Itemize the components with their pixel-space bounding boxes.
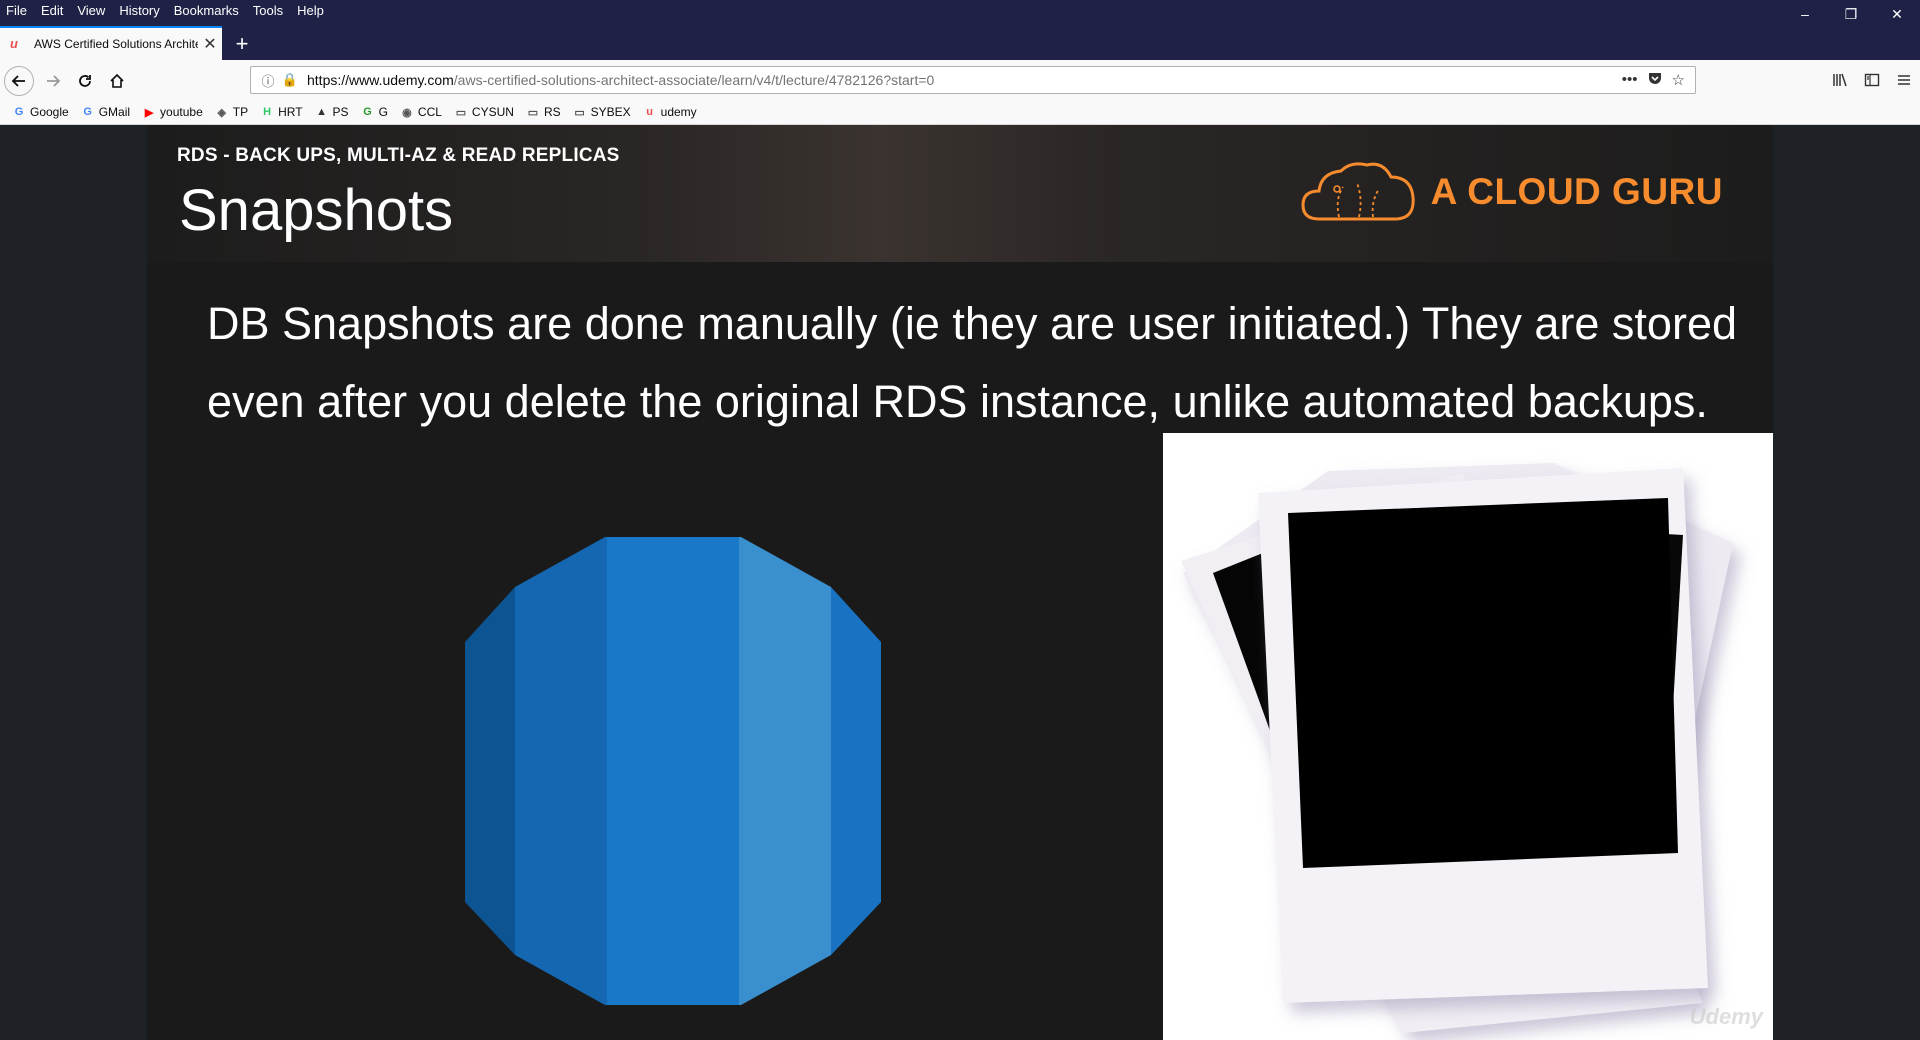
tp-icon: ◈ [217,106,226,119]
udemy-icon: u [646,106,653,118]
bookmark-gmail[interactable]: G GMail [81,105,130,119]
bookmark-label: Google [30,105,69,119]
bookmark-label: CCL [417,105,442,119]
youtube-icon: ▶ [144,106,154,119]
udemy-watermark: Udemy [1689,1004,1763,1029]
rds-database-icon [465,537,881,1005]
brand-name: A CLOUD GURU [1430,171,1723,212]
pocket-icon[interactable] [1648,71,1662,89]
bookmark-label: CYSUN [471,105,514,119]
menu-bar: File Edit View History Bookmarks Tools H… [0,0,1920,22]
ccl-icon: ◉ [402,106,412,119]
forward-button[interactable] [38,66,68,96]
tab-strip: u AWS Certified Solutions Archite ✕ + [0,22,1920,60]
menu-edit[interactable]: Edit [34,0,70,22]
tab-title: AWS Certified Solutions Archite [34,37,198,51]
bookmark-ps[interactable]: ▲ PS [315,105,349,119]
udemy-icon: u [10,36,18,51]
url-text[interactable]: https://www.udemy.com/aws-certified-solu… [307,72,1622,88]
bookmark-udemy[interactable]: u udemy [643,105,697,119]
folder-icon: ▭ [574,106,585,119]
bookmarks-toolbar: G Google G GMail ▶ youtube ◈ TP H HRT ▲ PS G G ◉ CCL ▭ CY… [0,100,1920,125]
menu-help[interactable]: Help [290,0,331,22]
polaroid-photos-image: Udemy [1163,433,1773,1040]
brand-logo: A CLOUD GURU [1299,159,1723,225]
ps-icon: ▲ [316,106,327,118]
page-actions-icon[interactable]: ••• [1622,71,1638,89]
reload-icon [79,75,91,87]
address-bar[interactable]: ⓘ 🔒 https://www.udemy.com/aws-certified-… [250,66,1696,94]
lock-icon[interactable]: 🔒 [281,72,299,88]
bookmark-label: G [378,105,388,119]
folder-icon: ▭ [455,106,467,119]
slide-header: RDS - BACK UPS, MULTI-AZ & READ REPLICAS… [147,125,1773,262]
bookmark-cysun[interactable]: ▭ CYSUN [454,105,514,119]
bookmark-label: udemy [660,105,697,119]
slide-title: Snapshots [179,178,454,243]
bookmark-label: SYBEX [590,105,631,119]
tab-active[interactable]: u AWS Certified Solutions Archite ✕ [0,26,222,60]
bookmark-tp[interactable]: ◈ TP [215,105,249,119]
google-icon: G [83,106,92,118]
menu-history[interactable]: History [112,0,166,22]
navigation-toolbar: ⓘ 🔒 https://www.udemy.com/aws-certified-… [0,60,1920,100]
bookmark-rs[interactable]: ▭ RS [526,105,561,119]
slide-subtitle: RDS - BACK UPS, MULTI-AZ & READ REPLICAS [177,145,620,166]
bookmark-youtube[interactable]: ▶ youtube [142,105,203,119]
menu-view[interactable]: View [70,0,112,22]
bookmark-label: PS [332,105,349,119]
video-player[interactable]: RDS - BACK UPS, MULTI-AZ & READ REPLICAS… [147,125,1773,1040]
page-content: RDS - BACK UPS, MULTI-AZ & READ REPLICAS… [0,125,1920,1040]
polaroid-stack-icon [1181,463,1733,1033]
bookmark-g[interactable]: GG [361,105,388,119]
menu-bookmarks[interactable]: Bookmarks [167,0,246,22]
info-icon[interactable]: ⓘ [259,71,277,90]
reload-button[interactable] [70,66,100,96]
new-tab-button[interactable]: + [228,30,256,58]
home-button[interactable] [102,66,132,96]
google-icon: G [14,106,24,118]
bookmark-label: youtube [160,105,203,119]
library-icon[interactable] [1824,66,1856,94]
back-button[interactable] [4,66,34,96]
close-tab-icon[interactable]: ✕ [198,34,222,54]
slide-body-text: DB Snapshots are done manually (ie they … [207,298,1737,427]
arrow-left-icon [11,75,25,87]
cloud-logo-icon [1301,162,1415,221]
home-icon [110,73,124,88]
menu-file[interactable]: File [0,0,34,22]
toolbar-right [1824,66,1920,94]
hackerrank-icon: H [263,106,272,118]
star-icon[interactable]: ☆ [1672,71,1685,89]
bookmark-label: TP [232,105,249,119]
bookmark-label: RS [543,105,561,119]
bookmark-label: GMail [98,105,131,119]
folder-icon: ▭ [527,106,539,119]
bookmark-hrt[interactable]: H HRT [260,105,302,119]
bookmark-ccl[interactable]: ◉ CCL [400,105,442,119]
bookmark-sybex[interactable]: ▭ SYBEX [573,105,631,119]
arrow-right-icon [47,75,61,87]
sidebar-icon[interactable] [1856,66,1888,94]
menu-icon[interactable] [1888,66,1920,94]
bookmark-label: HRT [278,105,303,119]
menu-tools[interactable]: Tools [246,0,290,22]
bookmark-google[interactable]: G Google [12,105,69,119]
g-icon: G [363,106,372,118]
